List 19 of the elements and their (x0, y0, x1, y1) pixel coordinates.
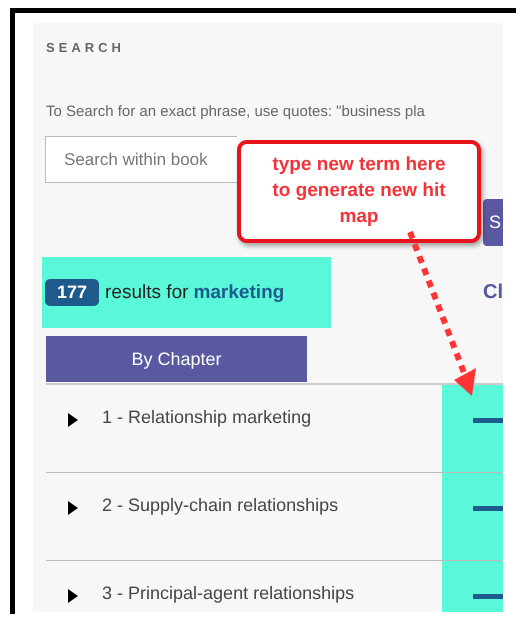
chapter-title[interactable]: 1 - Relationship marketing (102, 407, 312, 428)
expand-triangle-icon[interactable] (68, 501, 78, 515)
search-button[interactable]: S (483, 199, 503, 246)
search-hint: To Search for an exact phrase, use quotes: "business pla (46, 103, 426, 120)
search-term: marketing (193, 282, 284, 304)
expand-triangle-icon[interactable] (68, 413, 78, 427)
hit-mark (473, 594, 503, 599)
annotation-tooltip: type new term here to generate new hit map (237, 140, 481, 243)
search-field[interactable]: Search within book (45, 136, 237, 183)
hit-mark (473, 506, 503, 511)
result-count-badge: 177 (45, 279, 100, 306)
chapter-title[interactable]: 2 - Supply-chain relationships (102, 495, 338, 516)
section-heading: SEARCH (46, 40, 126, 55)
expand-triangle-icon[interactable] (68, 589, 78, 603)
chapter-title[interactable]: 3 - Principal-agent relationships (102, 583, 354, 604)
side-link[interactable]: Cl (483, 281, 503, 304)
results-label: results for (105, 282, 188, 304)
hit-mark (473, 418, 503, 423)
chapter-tab[interactable]: By Chapter (46, 336, 307, 382)
